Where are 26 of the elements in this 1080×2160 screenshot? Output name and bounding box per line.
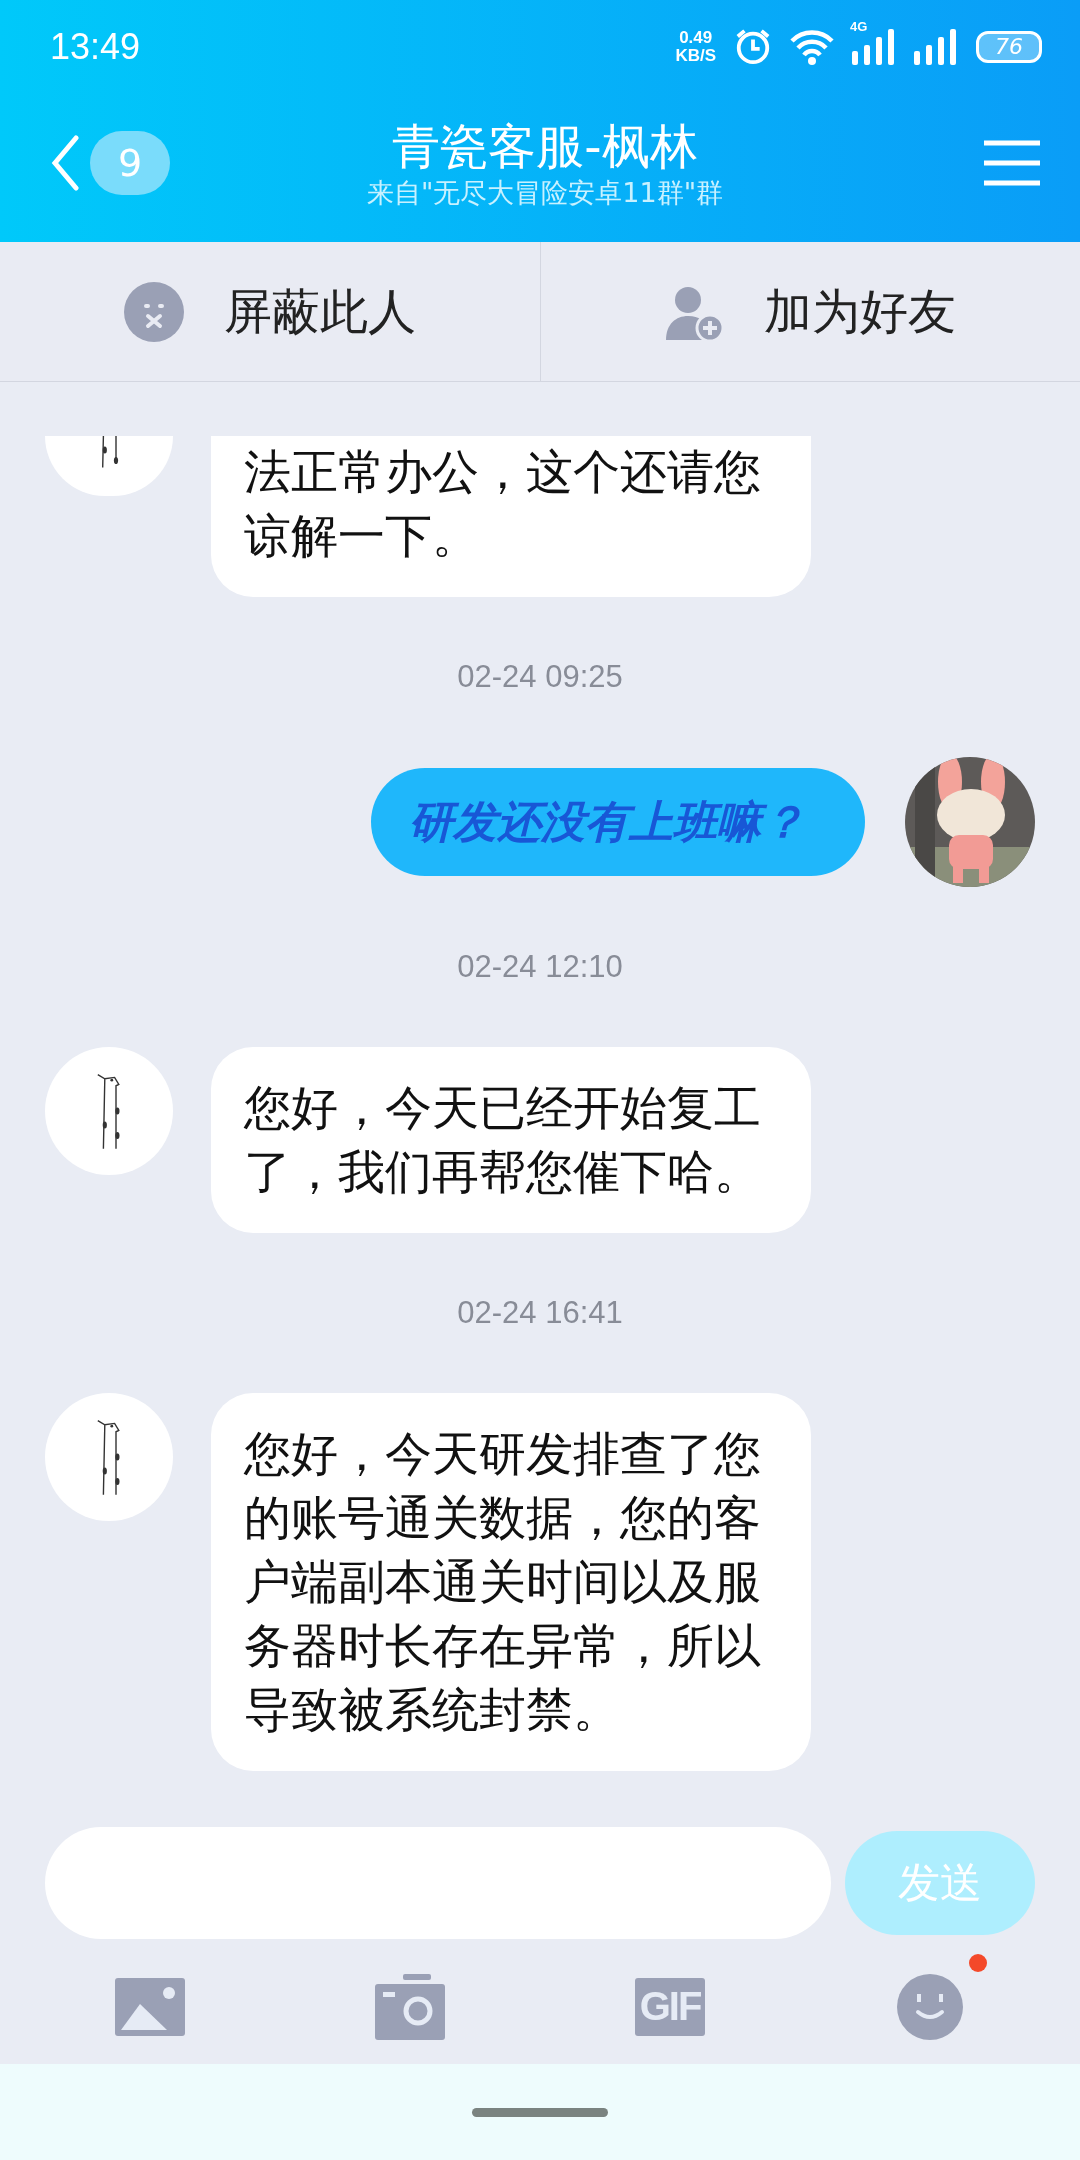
image-icon[interactable] bbox=[115, 1977, 185, 2036]
alarm-icon bbox=[734, 28, 772, 66]
timestamp: 02-24 12:10 bbox=[457, 949, 623, 985]
battery-level: 76 bbox=[976, 31, 1042, 63]
back-icon[interactable] bbox=[50, 135, 80, 191]
action-button[interactable]: 屏蔽此人 bbox=[0, 242, 540, 381]
emoji-icon[interactable] bbox=[897, 1973, 963, 2040]
chat-title: 青瓷客服-枫林 bbox=[392, 117, 698, 176]
chat-subtitle: 来自"无尽大冒险安卓11群"群 bbox=[366, 176, 724, 210]
menu-icon[interactable] bbox=[984, 139, 1040, 187]
signal-icon bbox=[914, 29, 958, 65]
status-time: 13:49 bbox=[50, 26, 141, 68]
message-bubble[interactable]: 您好，今天研发排查了您的账号通关数据，您的客户端副本通关时间以及服务器时长存在异常，所以导致被系统封禁。 bbox=[211, 1393, 811, 1771]
signal-icon bbox=[852, 29, 896, 65]
camera-icon[interactable] bbox=[375, 1973, 445, 2040]
home-indicator[interactable] bbox=[472, 2107, 608, 2117]
block-icon bbox=[123, 281, 184, 342]
timestamp: 02-24 16:41 bbox=[457, 1295, 623, 1331]
timestamp: 02-24 09:25 bbox=[457, 659, 623, 695]
network-type: 4G bbox=[850, 19, 868, 34]
action-button[interactable]: 加为好友 bbox=[539, 242, 1080, 381]
network-speed: 0.49 KB/S bbox=[675, 29, 716, 65]
message-bubble[interactable]: 您好，今天已经开始复工了，我们再帮您催下哈。 bbox=[211, 1047, 811, 1233]
wifi-icon bbox=[790, 29, 834, 65]
unread-count: 9 bbox=[90, 131, 170, 195]
message-bubble[interactable]: 法正常办公，这个还请您谅解一下。 bbox=[211, 436, 811, 597]
